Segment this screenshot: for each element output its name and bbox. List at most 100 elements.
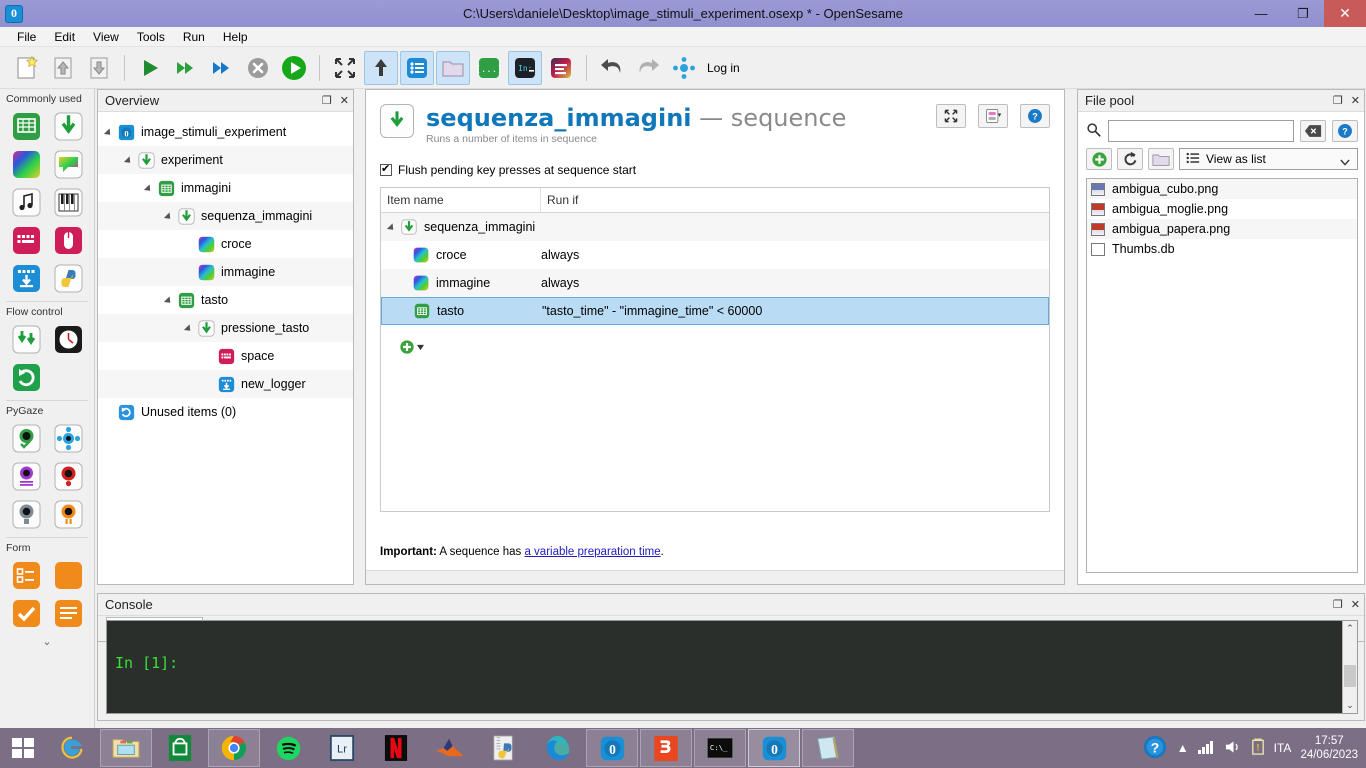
- sampler-item-icon[interactable]: [10, 186, 42, 218]
- merge-icon[interactable]: [364, 50, 398, 85]
- pygaze-drift-correct-icon[interactable]: [52, 422, 84, 454]
- refresh-button[interactable]: [1117, 148, 1143, 170]
- overview-node-unused-items-0[interactable]: Unused items (0): [98, 398, 353, 426]
- variable-preparation-time-link[interactable]: a variable preparation time: [524, 546, 660, 558]
- console-close-button[interactable]: ✕: [1351, 599, 1360, 611]
- logger-item-icon[interactable]: [10, 262, 42, 294]
- undo-icon[interactable]: [595, 51, 629, 85]
- battery-warning-icon[interactable]: !: [1251, 738, 1265, 758]
- tray-clock[interactable]: 17:57 24/06/2023: [1300, 734, 1358, 762]
- expand-arrow-icon[interactable]: [387, 221, 399, 233]
- save-file-icon[interactable]: [82, 51, 116, 85]
- file-pool-item[interactable]: ambigua_moglie.png: [1087, 199, 1357, 219]
- redo-icon[interactable]: [631, 51, 665, 85]
- file-pool-item[interactable]: Thumbs.db: [1087, 239, 1357, 259]
- open-folder-button[interactable]: [1148, 148, 1174, 170]
- overview-close-button[interactable]: ✕: [340, 95, 349, 107]
- tray-language[interactable]: ITA: [1274, 741, 1292, 755]
- overview-node-space[interactable]: space: [98, 342, 353, 370]
- sequence-item-icon[interactable]: [52, 110, 84, 142]
- maximize-button[interactable]: ❐: [1282, 0, 1324, 27]
- volume-icon[interactable]: [1225, 739, 1242, 758]
- file-pool-list[interactable]: ambigua_cubo.png ambigua_moglie.png ambigu…: [1086, 178, 1358, 573]
- cell-run-if[interactable]: always: [541, 248, 1049, 262]
- help-icon[interactable]: ?: [1020, 104, 1050, 128]
- tray-chevron-icon[interactable]: ▲: [1177, 741, 1189, 755]
- lightroom-icon[interactable]: Lr: [316, 729, 368, 767]
- sketchpad-item-icon[interactable]: [10, 148, 42, 180]
- overview-node-experiment[interactable]: experiment: [98, 146, 353, 174]
- form-base-icon[interactable]: [52, 559, 84, 591]
- console-icon[interactable]: In:: [508, 50, 542, 85]
- overview-node-pressione-tasto[interactable]: pressione_tasto: [98, 314, 353, 342]
- command-prompt-icon[interactable]: C:\_: [694, 729, 746, 767]
- overview-node-new-logger[interactable]: new_logger: [98, 370, 353, 398]
- form-consent-icon[interactable]: [10, 597, 42, 629]
- flush-keypresses-checkbox[interactable]: [380, 162, 392, 176]
- loop-item-icon[interactable]: [10, 110, 42, 142]
- form-multiple-choice-icon[interactable]: [10, 559, 42, 591]
- google-chrome-icon[interactable]: [208, 729, 260, 767]
- microsoft-edge-icon[interactable]: [532, 729, 584, 767]
- cell-run-if[interactable]: always: [541, 276, 1049, 290]
- repeat-cycle-icon[interactable]: [10, 361, 42, 393]
- synth-item-icon[interactable]: [52, 186, 84, 218]
- spotify-icon[interactable]: [262, 729, 314, 767]
- opensesame-icon[interactable]: 0: [586, 729, 638, 767]
- overview-node-tasto[interactable]: tasto: [98, 286, 353, 314]
- overview-node-image-stimuli-experiment[interactable]: 0 image_stimuli_experiment: [98, 118, 353, 146]
- start-button[interactable]: [0, 728, 46, 768]
- file-pool-item[interactable]: ambigua_papera.png: [1087, 219, 1357, 239]
- opensesame-window-icon[interactable]: 0: [748, 729, 800, 767]
- variable-view-icon[interactable]: [978, 104, 1008, 128]
- feedback-item-icon[interactable]: [52, 148, 84, 180]
- netflix-icon[interactable]: [370, 729, 422, 767]
- menu-edit[interactable]: Edit: [45, 28, 84, 46]
- run-icon[interactable]: [277, 51, 311, 85]
- internet-explorer-icon[interactable]: [46, 729, 98, 767]
- menu-view[interactable]: View: [84, 28, 128, 46]
- cell-run-if[interactable]: "tasto_time" - "immagine_time" < 60000: [542, 304, 1048, 318]
- search-input[interactable]: [1108, 120, 1294, 142]
- scrollbar-thumb[interactable]: [1344, 665, 1356, 687]
- file-explorer-icon[interactable]: [100, 729, 152, 767]
- column-header-item-name[interactable]: Item name: [381, 188, 541, 212]
- scroll-down-arrow[interactable]: ⌄: [1343, 698, 1357, 713]
- jetbrains-icon[interactable]: [640, 729, 692, 767]
- osf-icon[interactable]: [667, 51, 701, 85]
- add-file-button[interactable]: [1086, 148, 1112, 170]
- form-text-display-icon[interactable]: [52, 597, 84, 629]
- menu-help[interactable]: Help: [214, 28, 257, 46]
- help-circle-icon[interactable]: ?: [1142, 734, 1168, 763]
- file-pool-float-button[interactable]: ❐: [1333, 95, 1343, 107]
- table-row[interactable]: croce always: [381, 241, 1049, 269]
- advanced-delay-icon[interactable]: [52, 323, 84, 355]
- matlab-icon[interactable]: [424, 729, 476, 767]
- overview-node-croce[interactable]: croce: [98, 230, 353, 258]
- keyboard-response-icon[interactable]: [10, 224, 42, 256]
- overview-panel-icon[interactable]: [400, 50, 434, 85]
- new-file-icon[interactable]: [10, 51, 44, 85]
- run-in-window-icon[interactable]: [169, 51, 203, 85]
- expand-arrow-icon[interactable]: [164, 294, 176, 306]
- console-output-area[interactable]: In [1]: ⌃ ⌄: [106, 620, 1358, 714]
- run-fullscreen-icon[interactable]: [133, 51, 167, 85]
- file-pool-close-button[interactable]: ✕: [1351, 95, 1360, 107]
- microsoft-store-icon[interactable]: [154, 729, 206, 767]
- expand-arrow-icon[interactable]: [164, 210, 176, 222]
- pygaze-init-icon[interactable]: [10, 422, 42, 454]
- pygaze-start-recording-icon[interactable]: [52, 460, 84, 492]
- close-button[interactable]: ✕: [1324, 0, 1366, 27]
- overview-node-immagine[interactable]: immagine: [98, 258, 353, 286]
- inline-script-icon[interactable]: [52, 262, 84, 294]
- column-header-run-if[interactable]: Run if: [541, 188, 1049, 212]
- menu-file[interactable]: File: [8, 28, 45, 46]
- overview-node-sequenza-immagini[interactable]: sequenza_immagini: [98, 202, 353, 230]
- table-row[interactable]: immagine always: [381, 269, 1049, 297]
- file-pool-item[interactable]: ambigua_cubo.png: [1087, 179, 1357, 199]
- overview-float-button[interactable]: ❐: [322, 95, 332, 107]
- pygaze-wait-icon[interactable]: [52, 498, 84, 530]
- file-pool-icon[interactable]: [436, 50, 470, 85]
- console-scrollbar[interactable]: ⌃ ⌄: [1342, 621, 1357, 713]
- pygaze-stop-recording-icon[interactable]: [10, 498, 42, 530]
